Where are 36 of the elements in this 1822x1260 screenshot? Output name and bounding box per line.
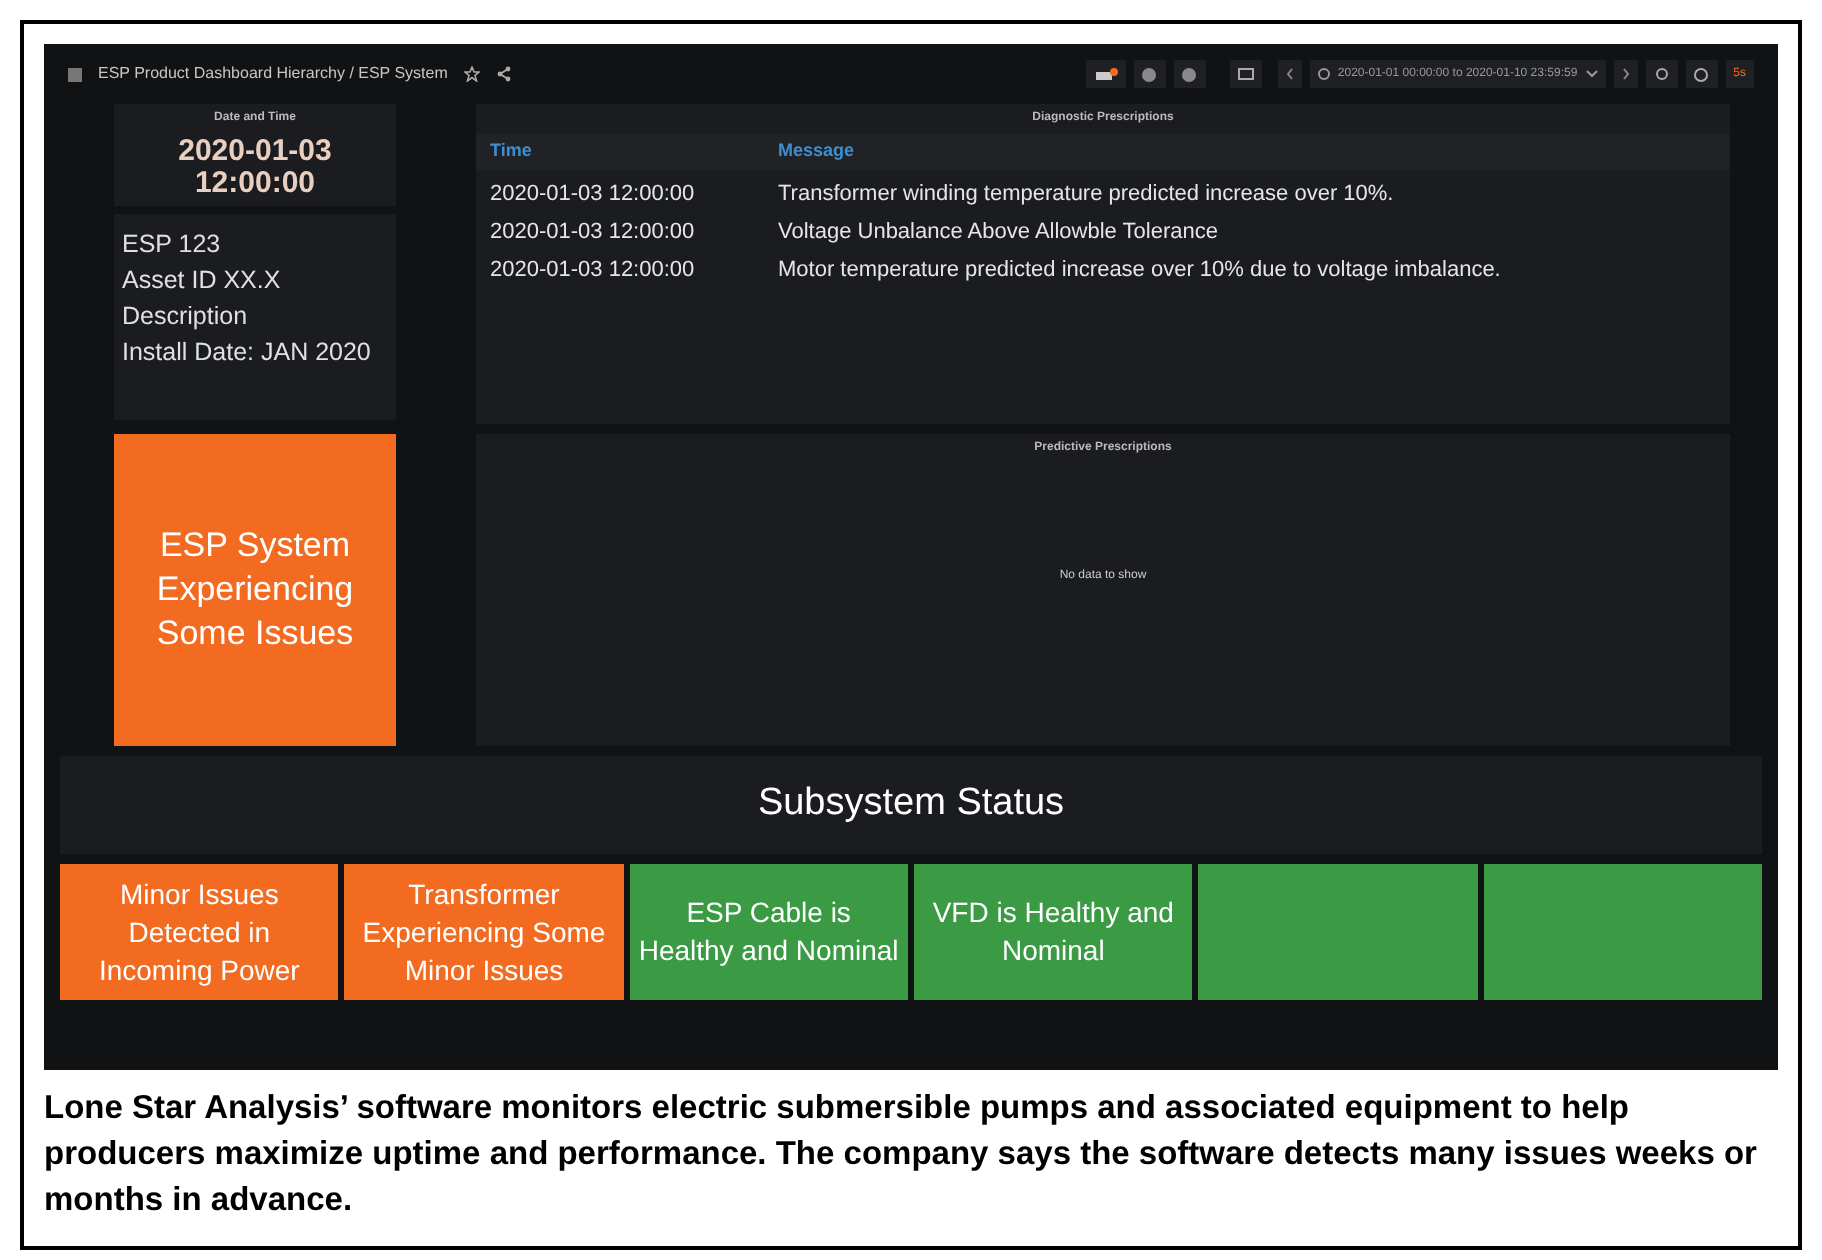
- refresh-button[interactable]: [1685, 60, 1718, 88]
- info-line: ESP 123: [122, 228, 223, 262]
- forward-button[interactable]: [1613, 60, 1638, 88]
- table-cell-text: 2020-01-03 12:00:00: [488, 256, 697, 287]
- caption: Lone Star Analysis’ software monitors electric submersible pumps and associated equipment to help producers maximize uptime and performance. The company says the software detects many issues weeks or months in advance.: [44, 1088, 1759, 1222]
- zoom-button[interactable]: [1645, 60, 1678, 88]
- column-header[interactable]: Message: [778, 138, 855, 166]
- star-icon[interactable]: [463, 66, 480, 82]
- monitor-button[interactable]: [1229, 60, 1262, 88]
- settings-button[interactable]: [1173, 60, 1206, 88]
- table-cell-text: Transformer winding temperature predicted increase over 10%.: [778, 180, 1394, 211]
- save-button[interactable]: [1133, 60, 1166, 88]
- breadcrumb-title[interactable]: ESP Product Dashboard Hierarchy / ESP System: [98, 62, 448, 86]
- table-cell-text: Voltage Unbalance Above Allowble Tolerance: [778, 218, 1218, 249]
- chevron-left-icon: [1285, 68, 1294, 80]
- caret-icon: [1585, 70, 1598, 78]
- table-cell-text: 2020-01-03 12:00:00: [488, 180, 697, 211]
- tile-text: Minor Issues Detected in Incoming Power: [96, 875, 302, 989]
- subsystem-status-header: Subsystem Status: [60, 756, 1762, 854]
- date-time-value: 2020-01-03 12:00:00: [176, 136, 334, 200]
- info-line: Asset ID XX.X: [122, 264, 283, 298]
- chevron-right-icon: [1621, 68, 1630, 80]
- share-icon[interactable]: [495, 66, 512, 82]
- tile-text: VFD is Healthy and Nominal: [930, 894, 1176, 970]
- status-text: ESP System Experiencing Some Issues: [154, 524, 356, 656]
- tile-text: Transformer Experiencing Some Minor Issues: [360, 875, 608, 989]
- info-line: Install Date: JAN 2020: [122, 336, 373, 370]
- chart-icon: [1093, 66, 1118, 82]
- back-button[interactable]: [1277, 60, 1302, 88]
- table-cell-text: Motor temperature predicted increase over 10% due to voltage imbalance.: [778, 256, 1501, 287]
- grid-icon[interactable]: [68, 67, 82, 81]
- tile-text: ESP Cable is Healthy and Nominal: [637, 894, 900, 970]
- info-line: Description: [122, 300, 250, 334]
- add-panel-button[interactable]: [1085, 60, 1126, 88]
- table-cell-text: 2020-01-03 12:00:00: [488, 218, 697, 249]
- column-header[interactable]: Time: [476, 138, 778, 166]
